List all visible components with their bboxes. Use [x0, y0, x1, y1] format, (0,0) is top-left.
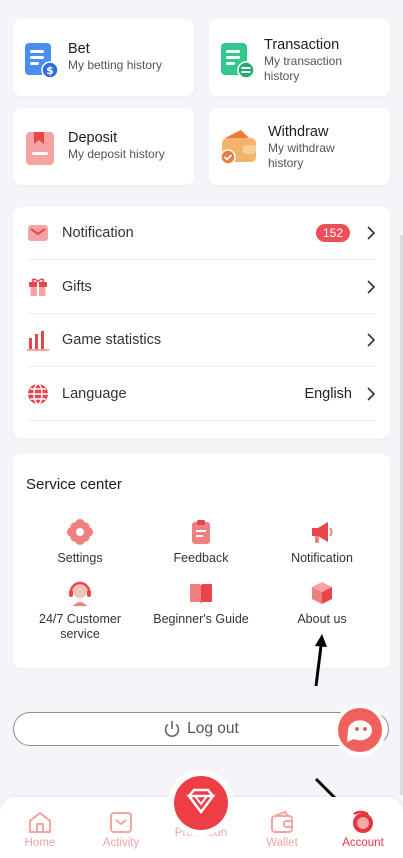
- tab-label: Home: [24, 837, 56, 849]
- gift-icon: [27, 276, 49, 298]
- power-icon: [164, 721, 180, 737]
- deposit-bookmark-icon: [23, 130, 59, 168]
- deposit-history-card[interactable]: Deposit My deposit history: [13, 108, 194, 185]
- transaction-history-card[interactable]: Transaction My transaction history: [209, 19, 390, 96]
- deposit-subtitle: My deposit history: [68, 147, 165, 161]
- chat-support-button[interactable]: [330, 704, 386, 756]
- chevron-right-icon: [367, 226, 376, 240]
- transaction-document-icon: [219, 41, 255, 79]
- language-value: English: [304, 386, 352, 402]
- annotation-arrow-up: [314, 634, 327, 687]
- service-center-title: Service center: [26, 476, 122, 493]
- activity-icon: [108, 810, 134, 834]
- customer-service-headset-icon: [67, 580, 93, 606]
- cube-icon: [309, 580, 335, 606]
- service-label: Notification: [291, 551, 353, 565]
- menu-label: Gifts: [62, 279, 92, 295]
- tab-account[interactable]: Account: [333, 810, 393, 849]
- bet-history-card[interactable]: $ Bet My betting history: [13, 19, 194, 96]
- tab-label: Account: [342, 837, 384, 849]
- megaphone-icon: [309, 519, 335, 545]
- mail-icon: [27, 222, 49, 244]
- settings-menu-card: Notification 152 Gifts Game statistics L…: [13, 207, 390, 438]
- menu-label: Notification: [62, 225, 134, 241]
- home-icon: [27, 810, 53, 834]
- withdraw-history-card[interactable]: Withdraw My withdraw history: [209, 108, 390, 185]
- settings-flower-icon: [67, 519, 93, 545]
- menu-game-statistics[interactable]: Game statistics: [27, 314, 376, 367]
- service-label: Beginner's Guide: [153, 612, 249, 626]
- wallet-icon: [269, 810, 295, 834]
- menu-notification[interactable]: Notification 152: [27, 207, 376, 260]
- book-icon: [188, 580, 214, 606]
- tab-label: Activity: [102, 837, 140, 849]
- withdraw-wallet-icon: [219, 128, 259, 166]
- tab-home[interactable]: Home: [10, 810, 70, 849]
- service-label: 24/7 Customer service: [39, 612, 121, 641]
- chevron-right-icon: [367, 387, 376, 401]
- menu-label: Language: [62, 386, 127, 402]
- transaction-subtitle: My transaction history: [264, 54, 343, 83]
- withdraw-title: Withdraw: [268, 124, 329, 140]
- promotion-button[interactable]: [168, 770, 234, 836]
- service-customer-service[interactable]: 24/7 Customer service: [20, 580, 140, 642]
- promotion-diamond-icon: [174, 776, 228, 830]
- tab-activity[interactable]: Activity: [91, 810, 151, 849]
- service-settings[interactable]: Settings: [20, 519, 140, 566]
- service-label: About us: [297, 612, 347, 626]
- globe-icon: [27, 383, 49, 405]
- menu-gifts[interactable]: Gifts: [27, 261, 376, 314]
- menu-language[interactable]: Language English: [27, 368, 376, 421]
- chevron-right-icon: [367, 333, 376, 347]
- chat-bubble-icon: [334, 704, 386, 756]
- account-icon: [350, 810, 376, 834]
- chevron-right-icon: [367, 280, 376, 294]
- deposit-title: Deposit: [68, 130, 118, 146]
- service-about-us[interactable]: About us: [262, 580, 382, 627]
- bet-title: Bet: [68, 41, 90, 57]
- tab-label: Wallet: [266, 837, 298, 849]
- service-label: Feedback: [173, 551, 229, 565]
- tab-wallet[interactable]: Wallet: [252, 810, 312, 849]
- menu-label: Game statistics: [62, 332, 162, 348]
- service-beginners-guide[interactable]: Beginner's Guide: [141, 580, 261, 627]
- bar-chart-icon: [27, 329, 49, 351]
- notification-count-badge: 152: [315, 224, 350, 242]
- service-notification[interactable]: Notification: [262, 519, 382, 566]
- service-label: Settings: [57, 551, 103, 565]
- logout-label: Log out: [187, 720, 239, 737]
- feedback-clipboard-icon: [188, 519, 214, 545]
- transaction-title: Transaction: [264, 37, 340, 53]
- bet-subtitle: My betting history: [68, 58, 163, 72]
- svg-text:$: $: [46, 64, 54, 77]
- bet-document-icon: $: [23, 41, 59, 79]
- service-feedback[interactable]: Feedback: [141, 519, 261, 566]
- withdraw-subtitle: My withdraw history: [268, 141, 335, 170]
